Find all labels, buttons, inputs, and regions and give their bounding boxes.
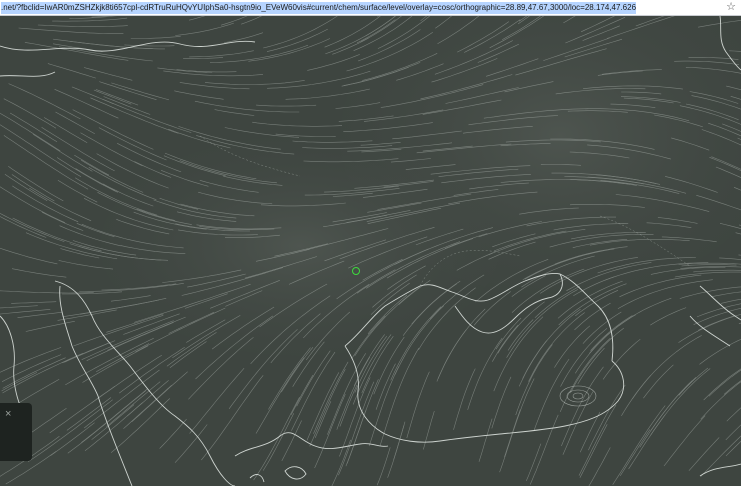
wind-map[interactable]: × [0, 16, 741, 486]
haze-region [100, 136, 500, 356]
location-marker[interactable] [352, 267, 360, 275]
address-bar[interactable]: .net/?fbclid=IwAR0mZSHZkjk8ti657cpl-cdRT… [0, 0, 741, 16]
map-canvas[interactable] [0, 16, 741, 486]
side-panel[interactable]: × [0, 403, 32, 461]
close-icon[interactable]: × [5, 409, 11, 420]
star-icon[interactable]: ☆ [726, 1, 736, 14]
url-text[interactable]: .net/?fbclid=IwAR0mZSHZkjk8ti657cpl-cdRT… [1, 2, 637, 14]
